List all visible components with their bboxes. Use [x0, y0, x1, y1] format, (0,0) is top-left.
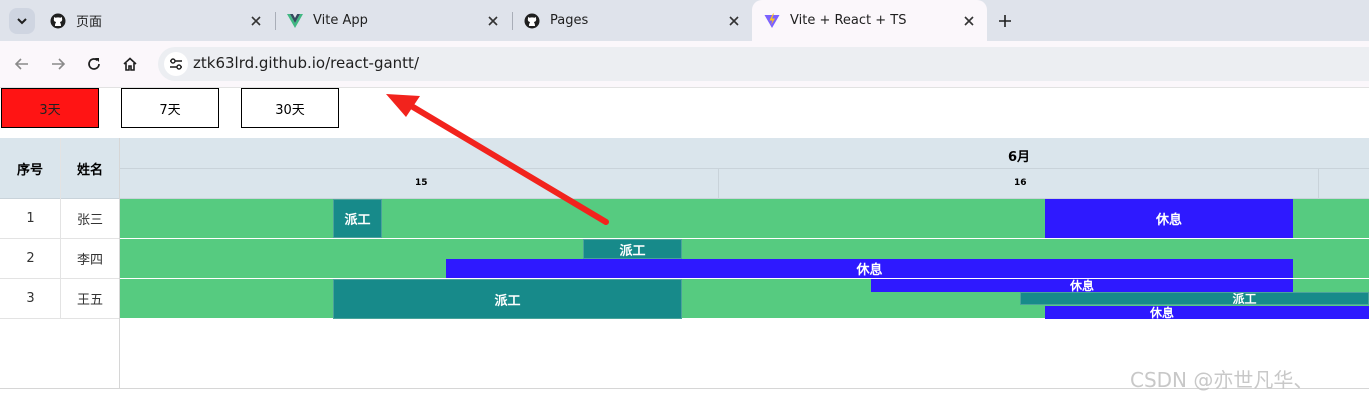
task-bar-rest[interactable]: 休息: [1045, 199, 1293, 238]
home-button[interactable]: [118, 52, 142, 76]
day-divider: [1318, 169, 1319, 199]
tab-title: Vite + React + TS: [790, 13, 907, 28]
tab-pages-cn[interactable]: 页面: [38, 0, 274, 41]
tab-search-button[interactable]: [9, 8, 35, 34]
header-name: 姓名: [61, 138, 119, 199]
watermark: CSDN @亦世凡华、: [1130, 368, 1314, 392]
column-divider: [60, 138, 61, 319]
month-label: 6月: [1008, 150, 1031, 165]
forward-button[interactable]: [46, 52, 70, 76]
vite-icon: [764, 13, 780, 28]
close-icon[interactable]: [961, 13, 977, 29]
gantt-left-table: 序号 姓名 1 张三 2 李四 3 王五: [0, 138, 120, 388]
close-icon[interactable]: [485, 13, 501, 29]
arrow-left-icon: [14, 58, 28, 70]
back-button[interactable]: [10, 52, 34, 76]
row-name: 王五: [61, 279, 119, 319]
task-bar-rest[interactable]: 休息: [1045, 306, 1369, 319]
reload-icon: [88, 58, 100, 70]
tune-icon: [170, 58, 182, 70]
day-divider: [718, 169, 719, 199]
task-bar-rest[interactable]: 休息: [871, 279, 1293, 292]
row-index: 3: [0, 279, 61, 319]
range-3-days-button[interactable]: 3天: [1, 88, 99, 128]
gantt-lane-row-2: 派工 休息: [120, 239, 1369, 279]
range-30-days-button[interactable]: 30天: [241, 88, 339, 128]
tab-vite-react-ts[interactable]: Vite + React + TS: [752, 0, 987, 41]
range-7-days-button[interactable]: 7天: [121, 88, 219, 128]
row-index: 2: [0, 239, 61, 279]
site-info-button[interactable]: [164, 52, 188, 76]
row-index: 1: [0, 199, 61, 239]
tab-title: Pages: [550, 13, 589, 28]
day-label: 15: [415, 178, 428, 188]
tab-vite-app[interactable]: Vite App: [275, 0, 511, 41]
task-bar-work[interactable]: 派工: [333, 279, 682, 319]
tab-title: Vite App: [313, 13, 368, 28]
row-name: 李四: [61, 239, 119, 279]
github-icon: [50, 13, 66, 28]
gantt-lane-row-3: 派工 休息 派工 休息: [120, 279, 1369, 319]
task-bar-work[interactable]: 派工: [583, 239, 682, 259]
plus-icon: [999, 15, 1011, 27]
address-bar[interactable]: ztk63lrd.github.io/react-gantt/: [158, 47, 1369, 81]
gantt-chart: 序号 姓名 1 张三 2 李四 3 王五 6月 15 16 派工 休息 派工 休…: [0, 138, 1369, 389]
task-bar-work[interactable]: 派工: [1020, 292, 1369, 305]
month-header: 6月: [120, 138, 1369, 169]
tab-pages[interactable]: Pages: [512, 0, 752, 41]
vue-icon: [287, 13, 303, 28]
close-icon[interactable]: [248, 13, 264, 29]
tab-title: 页面: [76, 15, 103, 30]
day-header: 15 16: [120, 169, 1369, 199]
arrow-right-icon: [52, 58, 66, 70]
gantt-timeline: 6月 15 16 派工 休息 派工 休息 派工 休息 派工 休息: [120, 138, 1369, 388]
chevron-down-icon: [17, 18, 27, 25]
header-index: 序号: [0, 138, 61, 199]
row-name: 张三: [61, 199, 119, 239]
browser-toolbar: ztk63lrd.github.io/react-gantt/: [0, 41, 1369, 88]
day-label: 16: [1014, 178, 1027, 188]
new-tab-button[interactable]: [994, 10, 1016, 32]
close-icon[interactable]: [726, 13, 742, 29]
tab-strip: 页面 Vite App Pages Vite + React + TS: [0, 0, 1369, 41]
task-bar-rest[interactable]: 休息: [446, 259, 1293, 278]
reload-button[interactable]: [82, 52, 106, 76]
github-icon: [524, 13, 540, 28]
home-icon: [123, 57, 137, 71]
url-text[interactable]: ztk63lrd.github.io/react-gantt/: [193, 54, 419, 72]
task-bar-work[interactable]: 派工: [333, 199, 382, 238]
gantt-lane-row-1: 派工 休息: [120, 199, 1369, 239]
